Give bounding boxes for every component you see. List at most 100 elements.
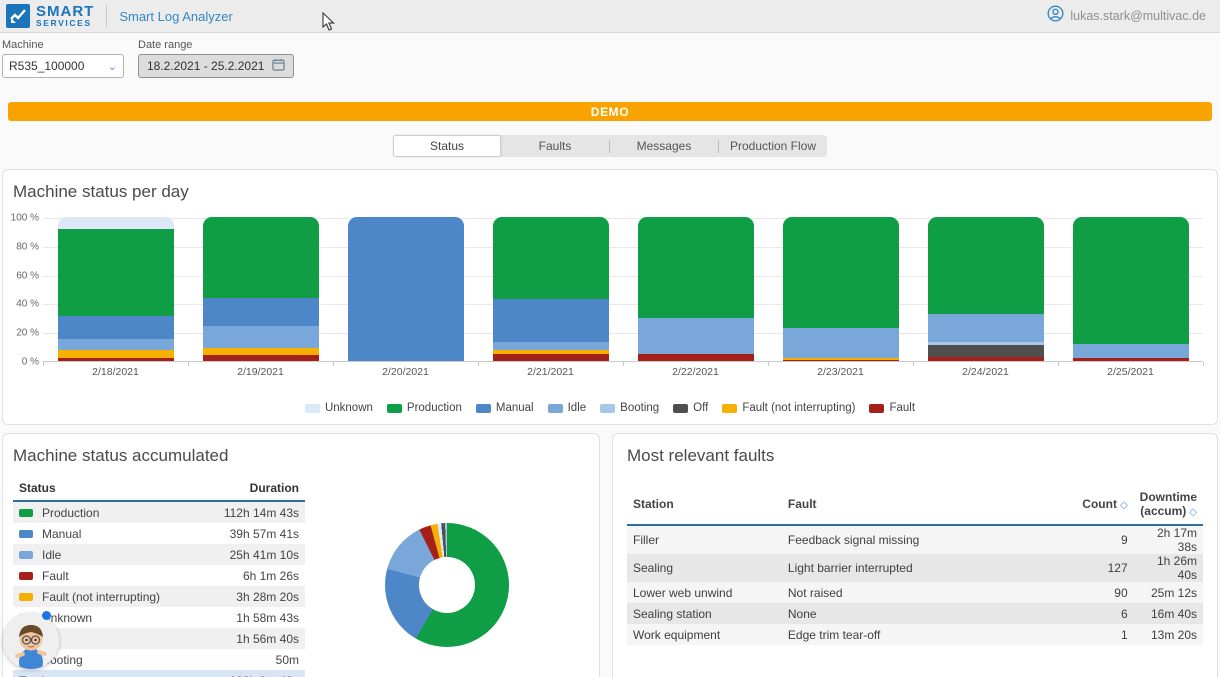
bar-segment-fault[interactable]: [783, 360, 899, 361]
downtime-cell: 25m 12s: [1134, 582, 1203, 603]
bar-segment-idle[interactable]: [638, 318, 754, 354]
bar-segment-fault[interactable]: [58, 358, 174, 361]
table-row[interactable]: Work equipmentEdge trim tear-off113m 20s: [627, 624, 1203, 645]
stacked-bar-2/22/2021[interactable]: [638, 217, 754, 361]
bar-segment-production[interactable]: [203, 217, 319, 298]
machine-status-accumulated-panel: Machine status accumulated Status Durati…: [2, 433, 600, 677]
x-axis-label: 2/23/2021: [768, 366, 913, 378]
filter-row: Machine R535_100000 ⌄ Date range 18.2.20…: [0, 33, 1220, 88]
bar-segment-fault[interactable]: [203, 355, 319, 361]
bar-segment-fault-not-interrupting-[interactable]: [203, 348, 319, 355]
machine-select[interactable]: R535_100000 ⌄: [2, 54, 124, 78]
legend-item-off[interactable]: Off: [673, 402, 708, 414]
user-menu[interactable]: lukas.stark@multivac.de: [1047, 5, 1206, 27]
legend-item-fault[interactable]: Fault: [869, 402, 915, 414]
header-divider: [106, 5, 107, 27]
tab-production-flow[interactable]: Production Flow: [719, 135, 827, 157]
stacked-bar-2/21/2021[interactable]: [493, 217, 609, 361]
legend-swatch: [673, 404, 688, 413]
station-cell: Lower web unwind: [627, 582, 782, 603]
legend-item-production[interactable]: Production: [387, 402, 462, 414]
assistant-notification-dot: [42, 611, 51, 620]
status-label: Production: [42, 506, 99, 520]
calendar-icon[interactable]: [272, 58, 285, 74]
station-cell: Sealing station: [627, 603, 782, 624]
status-per-day-chart: 0 %20 %40 %60 %80 %100 % 2/18/20212/19/2…: [9, 218, 1207, 388]
accumulated-table-header: Status Duration: [13, 478, 305, 502]
legend-swatch: [600, 404, 615, 413]
stacked-bar-2/24/2021[interactable]: [928, 217, 1044, 361]
legend-item-manual[interactable]: Manual: [476, 402, 534, 414]
bar-segment-production[interactable]: [783, 217, 899, 328]
bar-segment-idle[interactable]: [203, 326, 319, 348]
x-axis-label: 2/21/2021: [478, 366, 623, 378]
bar-segment-idle[interactable]: [1073, 344, 1189, 358]
duration-value: 25h 41m 10s: [230, 548, 299, 562]
bar-segment-fault[interactable]: [928, 357, 1044, 361]
smart-services-logo-icon: [6, 4, 30, 28]
assistant-avatar[interactable]: [3, 613, 59, 669]
table-row[interactable]: SealingLight barrier interrupted1271h 26…: [627, 554, 1203, 582]
x-axis-label: 2/19/2021: [188, 366, 333, 378]
status-label: Fault (not interrupting): [42, 590, 160, 604]
table-row[interactable]: FillerFeedback signal missing92h 17m 38s: [627, 525, 1203, 554]
bar-segment-production[interactable]: [638, 217, 754, 318]
column-downtime-sort[interactable]: Downtime (accum)◇: [1134, 486, 1203, 525]
table-row[interactable]: Sealing stationNone616m 40s: [627, 603, 1203, 624]
column-fault[interactable]: Fault: [782, 486, 1022, 525]
status-color-swatch: [19, 572, 33, 580]
legend-item-booting[interactable]: Booting: [600, 402, 659, 414]
table-row[interactable]: Fault (not interrupting)3h 28m 20s: [13, 586, 305, 607]
bar-segment-idle[interactable]: [493, 342, 609, 349]
legend-item-idle[interactable]: Idle: [548, 402, 587, 414]
y-axis-tick: 100 %: [9, 213, 39, 224]
assistant-bubble[interactable]: [3, 613, 59, 669]
bar-segment-unknown[interactable]: [58, 217, 174, 229]
bar-segment-production[interactable]: [493, 217, 609, 299]
bar-segment-fault-not-interrupting-[interactable]: [58, 350, 174, 359]
bar-segment-fault[interactable]: [493, 354, 609, 361]
stacked-bar-2/25/2021[interactable]: [1073, 217, 1189, 361]
tab-status[interactable]: Status: [393, 135, 501, 157]
stacked-bar-2/20/2021[interactable]: [348, 217, 464, 361]
panel-title-status-per-day: Machine status per day: [3, 182, 1217, 202]
table-row[interactable]: Fault6h 1m 26s: [13, 565, 305, 586]
machine-filter: Machine R535_100000 ⌄: [2, 39, 124, 78]
total-duration: 192h 8m 43s: [230, 674, 299, 677]
bar-segment-manual[interactable]: [493, 299, 609, 342]
bar-segment-off[interactable]: [928, 345, 1044, 357]
date-range-input[interactable]: 18.2.2021 - 25.2.2021: [138, 54, 294, 78]
assistant-character-icon: [3, 613, 59, 669]
bar-segment-production[interactable]: [928, 217, 1044, 313]
stacked-bar-2/19/2021[interactable]: [203, 217, 319, 361]
table-row[interactable]: Idle25h 41m 10s: [13, 544, 305, 565]
app-title: Smart Log Analyzer: [119, 9, 232, 24]
tab-messages[interactable]: Messages: [610, 135, 718, 157]
tab-faults[interactable]: Faults: [501, 135, 609, 157]
bar-segment-manual[interactable]: [348, 217, 464, 361]
bar-segment-production[interactable]: [58, 229, 174, 317]
column-count-sort[interactable]: Count◇: [1022, 486, 1134, 525]
bar-segment-fault[interactable]: [1073, 358, 1189, 361]
stacked-bar-2/23/2021[interactable]: [783, 217, 899, 361]
bar-segment-idle[interactable]: [928, 314, 1044, 343]
column-station[interactable]: Station: [627, 486, 782, 525]
legend-item-unknown[interactable]: Unknown: [305, 402, 373, 414]
machine-select-value: R535_100000: [9, 59, 84, 73]
legend-label: Unknown: [325, 402, 373, 414]
faults-table-header: Station Fault Count◇ Downtime (accum)◇: [627, 486, 1203, 525]
total-row: Total192h 8m 43s: [13, 670, 305, 677]
table-row[interactable]: Production112h 14m 43s: [13, 502, 305, 523]
station-cell: Filler: [627, 525, 782, 554]
bar-segment-fault[interactable]: [638, 354, 754, 361]
bar-segment-production[interactable]: [1073, 217, 1189, 344]
duration-value: 1h 56m 40s: [236, 632, 299, 646]
bar-segment-manual[interactable]: [203, 298, 319, 327]
table-row[interactable]: Lower web unwindNot raised9025m 12s: [627, 582, 1203, 603]
bar-segment-idle[interactable]: [58, 339, 174, 349]
table-row[interactable]: Manual39h 57m 41s: [13, 523, 305, 544]
bar-segment-manual[interactable]: [58, 316, 174, 339]
bar-segment-idle[interactable]: [783, 328, 899, 358]
stacked-bar-2/18/2021[interactable]: [58, 217, 174, 361]
legend-item-fault-not-interrupting-[interactable]: Fault (not interrupting): [722, 402, 855, 414]
